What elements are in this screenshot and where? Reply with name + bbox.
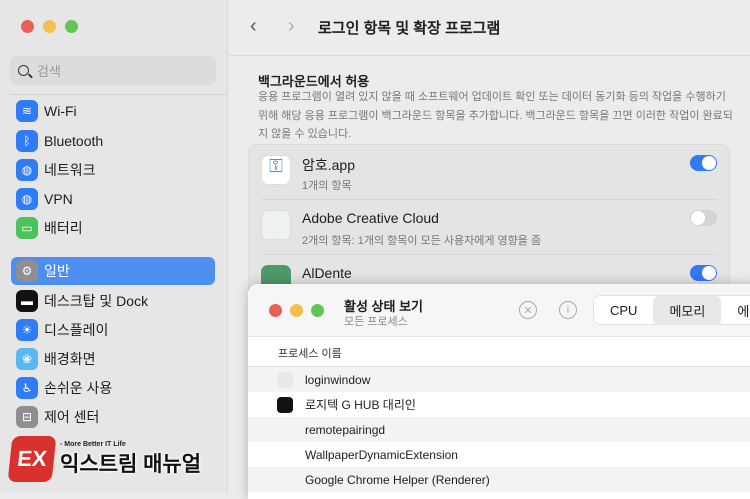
process-name: loginwindow xyxy=(305,372,371,387)
background-items-list: ⚿ 암호.app 1개의 항목 Adobe Creative Cloud 2개의… xyxy=(248,144,730,304)
activity-monitor-toolbar: 활성 상태 보기 모든 프로세스 ✕ i CPU 메모리 에 xyxy=(248,284,750,337)
window-controls xyxy=(21,20,78,33)
sidebar-item-icon: ≋ xyxy=(16,100,38,122)
search-placeholder: 검색 xyxy=(37,64,61,79)
tab-cpu[interactable]: CPU xyxy=(594,298,653,323)
passwords-app-icon: ⚿ xyxy=(261,155,291,185)
tab-energy[interactable]: 에 xyxy=(721,296,750,325)
info-icon[interactable]: i xyxy=(559,301,577,319)
sidebar-item-label: Bluetooth xyxy=(44,133,104,149)
minimize-button[interactable] xyxy=(290,304,303,317)
toggle-switch[interactable] xyxy=(690,210,717,226)
sidebar-item[interactable]: ◍ 네트워크 xyxy=(11,156,215,184)
table-row[interactable]: Google Chrome Helper (Renderer) xyxy=(248,467,750,492)
table-row[interactable]: 로지텍 G HUB 대리인 xyxy=(248,392,750,417)
list-item: Adobe Creative Cloud 2개의 항목: 1개의 항목이 모든 … xyxy=(249,200,729,255)
process-name: remotepairingd xyxy=(305,422,386,437)
sidebar-item[interactable]: ≋ Wi-Fi xyxy=(11,97,215,125)
zoom-button[interactable] xyxy=(65,20,78,33)
sidebar-item[interactable]: ▭ 배터리 xyxy=(11,214,215,242)
stop-process-icon[interactable]: ✕ xyxy=(519,301,537,319)
table-row[interactable]: loginwindow xyxy=(248,367,750,392)
sidebar-item[interactable]: ◍ VPN xyxy=(11,185,215,213)
app-detail: 1개의 항목 xyxy=(302,180,352,192)
watermark-logo: EX xyxy=(7,436,57,482)
loginwindow-icon xyxy=(277,371,293,388)
sidebar-item-icon: ◍ xyxy=(16,188,38,210)
minimize-button[interactable] xyxy=(43,20,56,33)
sidebar-item-icon: ♿ xyxy=(16,377,38,399)
search-icon xyxy=(18,65,29,76)
table-row[interactable]: remotepairingd xyxy=(248,417,750,442)
sidebar-item[interactable]: ▬ 데스크탑 및 Dock xyxy=(11,287,215,315)
sidebar-item-label: 배터리 xyxy=(44,220,83,236)
page-title: 로그인 항목 및 확장 프로그램 xyxy=(318,20,501,37)
watermark-tagline: - More Better IT Life xyxy=(60,440,126,448)
column-header-process-name[interactable]: 프로세스 이름 xyxy=(248,337,750,367)
process-name: Google Chrome Helper (Renderer) xyxy=(305,472,490,487)
sidebar-item-icon: ❀ xyxy=(16,348,38,370)
sidebar-item-label: 배경화면 xyxy=(44,351,96,367)
window-subtitle: 모든 프로세스 xyxy=(344,316,408,328)
sidebar-item-label: 네트워크 xyxy=(44,162,96,178)
sidebar-item-icon: ☀ xyxy=(16,319,38,341)
sidebar-item-label: VPN xyxy=(44,191,73,207)
process-name: WallpaperDynamicExtension xyxy=(305,447,458,462)
sidebar-item-label: 손쉬운 사용 xyxy=(44,380,113,396)
activity-monitor-window: 활성 상태 보기 모든 프로세스 ✕ i CPU 메모리 에 프로세스 이름 l… xyxy=(248,284,750,499)
app-name: 암호.app xyxy=(302,157,356,173)
app-name: Adobe Creative Cloud xyxy=(302,210,439,226)
toggle-switch[interactable] xyxy=(690,265,717,281)
sidebar-item-label: 일반 xyxy=(44,263,70,279)
sidebar-item[interactable]: ☀ 디스플레이 xyxy=(11,316,215,344)
search-input[interactable]: 검색 xyxy=(10,56,216,85)
table-row[interactable]: WallpaperDynamicExtension xyxy=(248,442,750,467)
sidebar-item-label: Wi-Fi xyxy=(44,103,77,119)
sidebar-item-icon: ᛒ xyxy=(16,130,38,152)
list-item: ⚿ 암호.app 1개의 항목 xyxy=(249,145,729,200)
sidebar-item-label: 데스크탑 및 Dock xyxy=(44,293,149,309)
sidebar-item[interactable]: ❀ 배경화면 xyxy=(11,345,215,373)
back-button[interactable]: ‹ xyxy=(250,15,257,38)
close-button[interactable] xyxy=(21,20,34,33)
section-description: 응용 프로그램이 열려 있지 않을 때 소프트웨어 업데이트 확인 또는 데이터… xyxy=(258,91,733,140)
sidebar-item[interactable]: ⚙ 일반 xyxy=(11,257,215,285)
app-detail: 2개의 항목: 1개의 항목이 모든 사용자에게 영향을 줌 xyxy=(302,235,542,247)
sidebar-item[interactable]: ⊟ 제어 센터 xyxy=(11,403,215,431)
tab-memory[interactable]: 메모리 xyxy=(653,295,722,325)
app-name: AlDente xyxy=(302,265,352,281)
forward-button[interactable]: › xyxy=(288,15,295,38)
process-name: 로지텍 G HUB 대리인 xyxy=(305,398,416,412)
tab-bar: CPU 메모리 에 xyxy=(593,295,750,325)
logitech-icon xyxy=(277,396,293,413)
window-controls xyxy=(269,304,324,317)
sidebar: 검색 ≋ Wi-Fi ᛒ Bluetooth ◍ 네트워크 ◍ VPN ▭ 배터리 ⚙ 일반 ▬ 데스크탑… xyxy=(0,0,228,493)
sidebar-item-icon: ◍ xyxy=(16,159,38,181)
generic-app-icon xyxy=(261,210,291,240)
sidebar-item-label: 디스플레이 xyxy=(44,322,109,338)
watermark-name: 익스트림 매뉴얼 xyxy=(60,452,202,476)
sidebar-item-label: 제어 센터 xyxy=(44,409,100,425)
sidebar-item-icon: ⊟ xyxy=(16,406,38,428)
sidebar-item[interactable]: ᛒ Bluetooth xyxy=(11,127,215,155)
divider xyxy=(10,94,226,95)
sidebar-item-icon: ▬ xyxy=(16,290,38,312)
sidebar-item[interactable]: ♿ 손쉬운 사용 xyxy=(11,374,215,402)
toggle-switch[interactable] xyxy=(690,155,717,171)
close-button[interactable] xyxy=(269,304,282,317)
watermark: EX - More Better IT Life 익스트림 매뉴얼 xyxy=(7,436,202,482)
sidebar-item-icon: ▭ xyxy=(16,217,38,239)
sidebar-item-icon: ⚙ xyxy=(16,260,38,282)
zoom-button[interactable] xyxy=(311,304,324,317)
